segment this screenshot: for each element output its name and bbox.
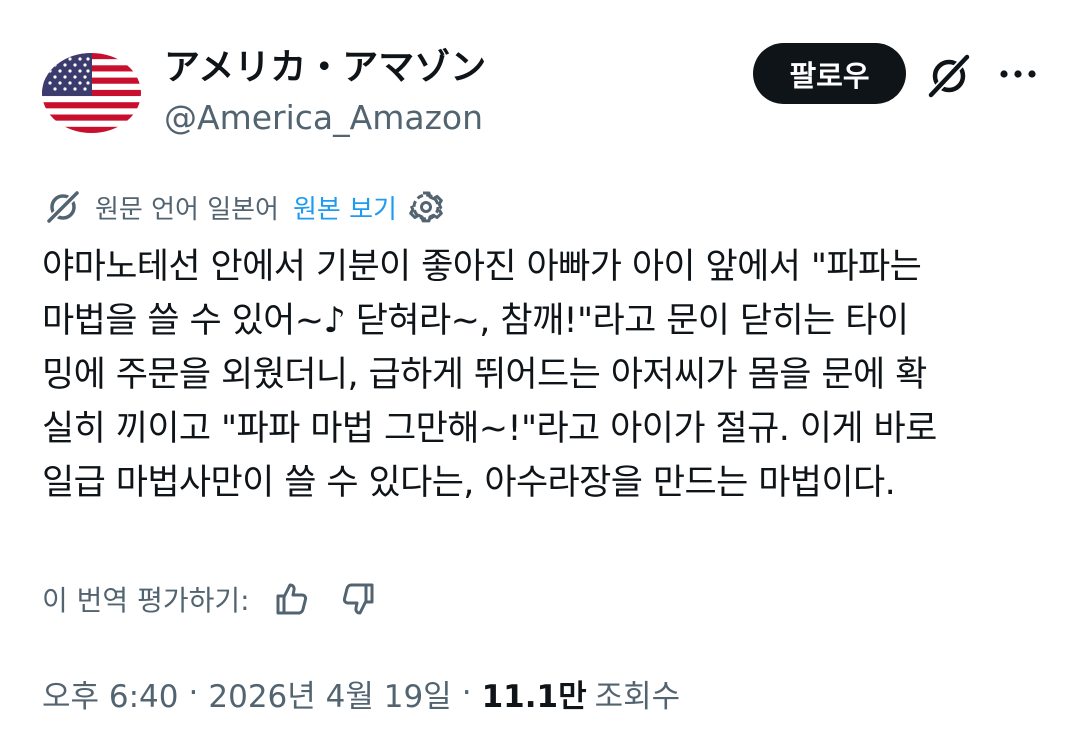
grok-translate-icon	[46, 190, 80, 224]
meta-separator: ·	[461, 675, 472, 711]
post-text: 야마노테선 안에서 기분이 좋아진 아빠가 아이 앞에서 "파파는 마법을 쓸 …	[42, 247, 937, 503]
more-icon[interactable]	[998, 64, 1038, 84]
user-handle[interactable]: @America_Amazon	[164, 98, 483, 138]
thumbs-down-icon[interactable]	[338, 579, 378, 619]
thumbs-up-icon[interactable]	[272, 579, 312, 619]
translation-bar: 원문 언어 일본어 원본 보기	[45, 185, 443, 229]
rate-translation-label: 이 번역 평가하기:	[42, 584, 250, 617]
grok-icon[interactable]	[926, 53, 972, 99]
translation-note: 원문 언어 일본어	[95, 194, 279, 225]
avatar[interactable]	[42, 53, 141, 133]
us-flag-avatar-icon	[42, 53, 141, 133]
post-time[interactable]: 오후 6:40	[42, 671, 179, 716]
display-name[interactable]: アメリカ・アマゾン	[164, 46, 486, 90]
meta-separator: ·	[188, 675, 199, 711]
gear-icon[interactable]	[409, 190, 443, 224]
follow-button[interactable]: 팔로우	[753, 43, 906, 104]
views-count[interactable]: 11.1만	[482, 671, 587, 716]
post-meta: 오후 6:40 · 2026년 4월 19일 · 11.1만 조회수	[42, 670, 680, 716]
views-label: 조회수	[594, 678, 681, 715]
rate-translation: 이 번역 평가하기:	[42, 576, 404, 622]
post-date[interactable]: 2026년 4월 19일	[208, 671, 451, 716]
show-original-link[interactable]: 원본 보기	[293, 189, 397, 226]
